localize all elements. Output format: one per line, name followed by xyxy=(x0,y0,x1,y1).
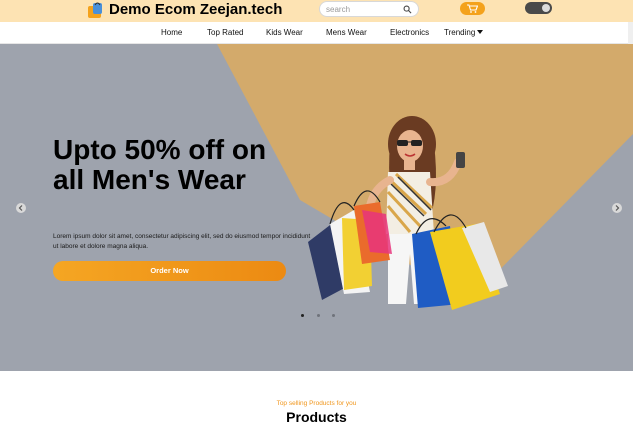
slider-dot-1[interactable] xyxy=(301,314,304,317)
chevron-right-icon xyxy=(615,205,620,211)
products-subtitle: Top selling Products for you xyxy=(276,400,357,407)
nav-item-home[interactable]: Home xyxy=(161,28,182,37)
cart-button[interactable] xyxy=(460,2,485,15)
slider-dot-3[interactable] xyxy=(332,314,335,317)
hero-headline: Upto 50% off on all Men's Wear xyxy=(53,134,267,195)
scrollbar[interactable] xyxy=(628,22,633,44)
products-title: Products xyxy=(286,409,347,425)
brand-name[interactable]: Demo Ecom Zeejan.tech xyxy=(109,0,282,20)
nav-item-trending[interactable]: Trending xyxy=(444,28,484,37)
nav-item-top-rated[interactable]: Top Rated xyxy=(207,28,243,37)
chevron-down-icon xyxy=(477,30,484,34)
dark-mode-toggle[interactable] xyxy=(525,2,552,14)
slider-dot-2[interactable] xyxy=(317,314,320,317)
search-input[interactable] xyxy=(326,3,402,16)
top-header: Demo Ecom Zeejan.tech xyxy=(0,0,633,22)
hero-description: Lorem ipsum dolor sit amet, consectetur … xyxy=(53,233,311,250)
hero-slider: Upto 50% off on all Men's Wear Lorem ips… xyxy=(0,44,633,371)
search-box[interactable] xyxy=(319,1,419,17)
nav-item-kids-wear[interactable]: Kids Wear xyxy=(266,28,303,37)
search-icon[interactable] xyxy=(403,5,412,14)
order-now-button[interactable]: Order Now xyxy=(53,261,286,281)
slider-next-button[interactable] xyxy=(612,203,622,213)
model-with-shopping-bags xyxy=(308,116,508,310)
nav-item-mens-wear[interactable]: Mens Wear xyxy=(326,28,367,37)
chevron-left-icon xyxy=(18,205,23,211)
shopping-bag-logo-icon xyxy=(88,2,102,18)
slider-prev-button[interactable] xyxy=(16,203,26,213)
toggle-knob xyxy=(542,4,550,12)
cart-icon xyxy=(467,4,478,13)
main-nav: Home Top Rated Kids Wear Mens Wear Elect… xyxy=(0,22,633,44)
products-section: Top selling Products for you Products xyxy=(0,371,633,425)
nav-item-electronics[interactable]: Electronics xyxy=(390,28,429,37)
nav-item-trending-label: Trending xyxy=(444,28,476,37)
